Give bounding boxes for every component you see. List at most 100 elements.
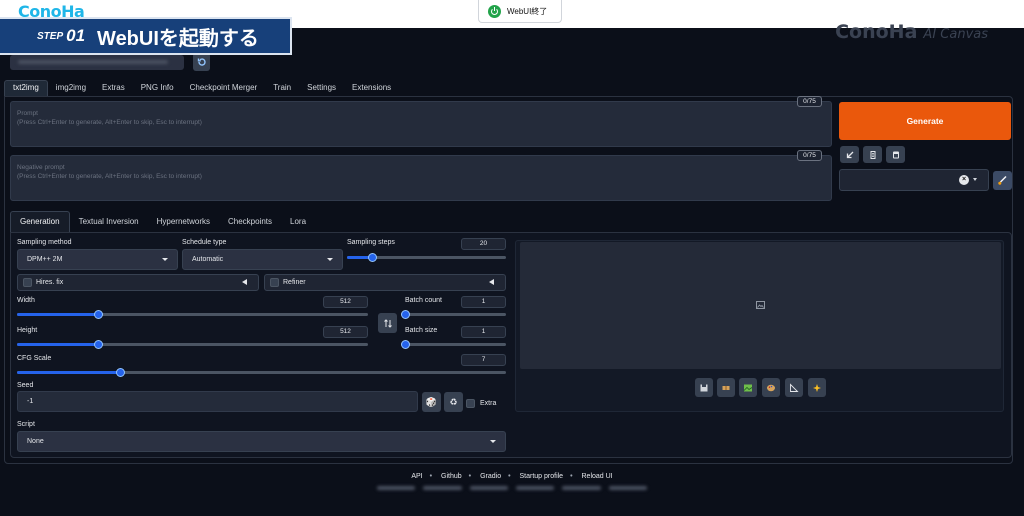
seed-extra-checkbox[interactable]: [466, 399, 475, 408]
seed-extra-label: Extra: [480, 400, 497, 407]
slider-fill: [17, 371, 120, 374]
batch-count-label: Batch count: [405, 297, 442, 304]
tab-checkpoint-merger[interactable]: Checkpoint Merger: [182, 80, 266, 96]
slider-knob[interactable]: [93, 310, 103, 319]
save-icon: [700, 384, 708, 391]
batch-count-input[interactable]: 1: [461, 296, 506, 308]
refiner-accordion[interactable]: Refiner: [264, 274, 506, 291]
trash-icon: [870, 150, 875, 159]
step-number: 01: [66, 26, 86, 45]
image-icon: [756, 301, 765, 309]
tab-txt2img[interactable]: txt2img: [4, 80, 48, 96]
send-to-extras-button[interactable]: [785, 378, 803, 397]
negative-prompt-label: Negative prompt: [17, 164, 65, 171]
step-title: WebUIを起動する: [97, 27, 259, 50]
slider-knob[interactable]: [93, 340, 103, 349]
refresh-icon: [197, 58, 206, 66]
read-params-button[interactable]: [840, 146, 859, 163]
height-input[interactable]: 512: [323, 326, 368, 338]
extra-networks-tabs: Generation Textual Inversion Hypernetwor…: [10, 211, 315, 233]
prompt-textarea[interactable]: Prompt (Press Ctrl+Enter to generate, Al…: [10, 101, 832, 147]
shutdown-webui-button[interactable]: WebUI終了: [478, 0, 562, 23]
output-image-area[interactable]: [520, 242, 1001, 369]
tab-textual-inversion[interactable]: Textual Inversion: [70, 211, 148, 233]
chevron-down-icon: [162, 258, 168, 261]
sampling-method-dropdown[interactable]: DPM++ 2M: [17, 249, 178, 270]
batch-size-slider[interactable]: [401, 340, 506, 349]
prompt-label: Prompt: [17, 110, 38, 117]
batch-size-label: Batch size: [405, 327, 438, 334]
send-to-inpaint-button[interactable]: [762, 378, 780, 397]
clipboard-icon: [892, 151, 899, 158]
arrow-icon: [846, 151, 853, 158]
prompt-token-counter: 0/75: [797, 96, 822, 107]
footer-link-reload-ui[interactable]: Reload UI: [582, 473, 613, 480]
script-value: None: [27, 438, 44, 445]
slider-knob[interactable]: [115, 368, 125, 377]
seed-label: Seed: [17, 382, 34, 389]
generate-button[interactable]: Generate: [839, 102, 1011, 140]
save-zip-button[interactable]: [717, 378, 735, 397]
height-label: Height: [17, 327, 38, 334]
width-label: Width: [17, 297, 35, 304]
paintbrush-icon: [998, 175, 1007, 185]
sampling-steps-input[interactable]: 20: [461, 238, 506, 250]
step-label: STEP: [37, 30, 64, 42]
tab-hypernetworks[interactable]: Hypernetworks: [148, 211, 219, 233]
image-to-image-icon: [743, 384, 753, 391]
tab-png-info[interactable]: PNG Info: [133, 80, 182, 96]
chevron-down-icon: [327, 258, 333, 261]
footer-link-gradio[interactable]: Gradio: [480, 473, 501, 480]
tab-extensions[interactable]: Extensions: [344, 80, 399, 96]
checkpoint-select[interactable]: [10, 55, 184, 70]
open-folder-button[interactable]: [695, 378, 713, 397]
refresh-checkpoint-button[interactable]: [193, 53, 210, 71]
height-slider[interactable]: [17, 340, 368, 349]
negative-prompt-token-counter: 0/75: [797, 150, 822, 161]
tab-settings[interactable]: Settings: [299, 80, 344, 96]
send-to-img2img-button[interactable]: [739, 378, 757, 397]
main-tabs: txt2img img2img Extras PNG Info Checkpoi…: [4, 80, 399, 96]
tab-train[interactable]: Train: [265, 80, 299, 96]
batch-count-slider[interactable]: [401, 310, 506, 319]
refiner-label: Refiner: [283, 279, 306, 286]
clear-styles-icon[interactable]: ×: [959, 175, 969, 185]
upscale-button[interactable]: [808, 378, 826, 397]
sampling-steps-slider[interactable]: [347, 253, 506, 262]
width-slider[interactable]: [17, 310, 368, 319]
seed-input[interactable]: -1: [17, 391, 418, 412]
tab-checkpoints[interactable]: Checkpoints: [219, 211, 281, 233]
apply-styles-button[interactable]: [886, 146, 905, 163]
script-label: Script: [17, 421, 35, 428]
zip-icon: [722, 385, 730, 390]
hires-fix-accordion[interactable]: Hires. fix: [17, 274, 259, 291]
tab-generation[interactable]: Generation: [10, 211, 70, 233]
refiner-checkbox[interactable]: [270, 278, 279, 287]
swap-dimensions-button[interactable]: [378, 313, 397, 333]
schedule-type-dropdown[interactable]: Automatic: [182, 249, 343, 270]
slider-knob[interactable]: [401, 310, 410, 319]
sampling-method-value: DPM++ 2M: [27, 256, 63, 263]
tab-lora[interactable]: Lora: [281, 211, 315, 233]
schedule-type-label: Schedule type: [182, 239, 227, 246]
edit-styles-button[interactable]: [993, 171, 1012, 190]
reuse-seed-button[interactable]: ♻: [444, 392, 463, 412]
cfg-scale-input[interactable]: 7: [461, 354, 506, 366]
slider-knob[interactable]: [401, 340, 410, 349]
random-seed-button[interactable]: 🎲: [422, 392, 441, 412]
negative-prompt-textarea[interactable]: Negative prompt (Press Ctrl+Enter to gen…: [10, 155, 832, 201]
ruler-icon: [790, 382, 799, 392]
tab-extras[interactable]: Extras: [94, 80, 133, 96]
prompt-hint: (Press Ctrl+Enter to generate, Alt+Enter…: [17, 118, 202, 126]
styles-select[interactable]: ×: [839, 169, 989, 191]
tab-img2img[interactable]: img2img: [48, 80, 94, 96]
footer-link-startup-profile[interactable]: Startup profile: [520, 473, 564, 480]
footer-link-github[interactable]: Github: [441, 473, 462, 480]
script-dropdown[interactable]: None: [17, 431, 506, 452]
cfg-scale-slider[interactable]: [17, 368, 506, 377]
footer-link-api[interactable]: API: [411, 473, 422, 480]
batch-size-input[interactable]: 1: [461, 326, 506, 338]
width-input[interactable]: 512: [323, 296, 368, 308]
clear-prompt-button[interactable]: [863, 146, 882, 163]
hires-fix-checkbox[interactable]: [23, 278, 32, 287]
